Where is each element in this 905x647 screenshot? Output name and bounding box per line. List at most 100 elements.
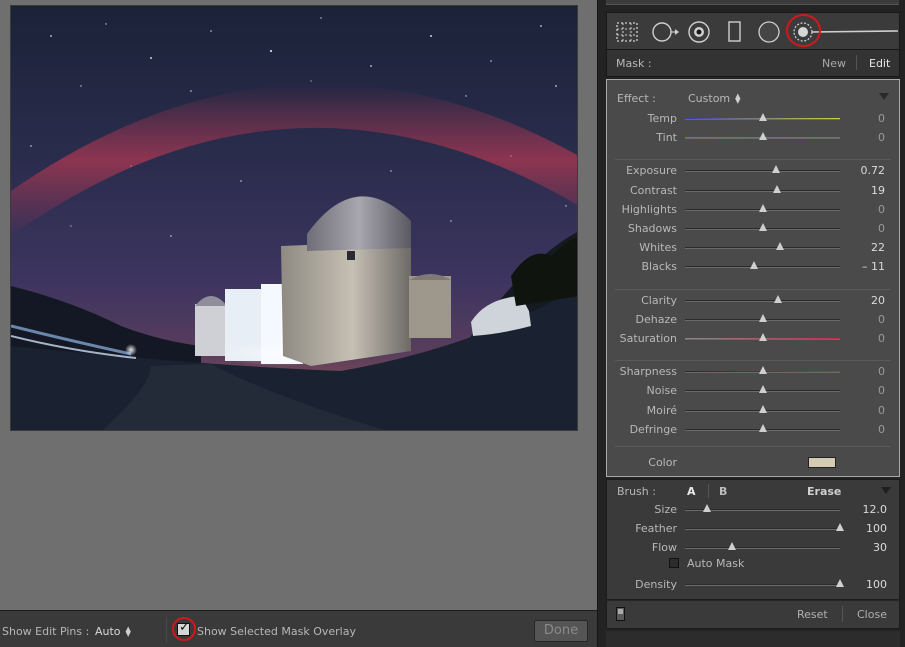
footer-divider xyxy=(842,606,843,622)
whites-value[interactable]: 22 xyxy=(845,241,885,254)
brush-erase-button[interactable]: Erase xyxy=(807,485,841,498)
toolbar-divider xyxy=(166,617,167,643)
density-label: Density xyxy=(635,578,677,591)
updown-arrows-icon: ▲ ▼ xyxy=(125,625,131,638)
effect-collapse-triangle-icon[interactable] xyxy=(879,93,889,100)
defringe-value[interactable]: 0 xyxy=(845,423,885,436)
dehaze-slider-thumb[interactable] xyxy=(758,314,767,322)
moire-slider-thumb[interactable] xyxy=(758,405,767,413)
done-button[interactable]: Done xyxy=(534,620,588,642)
flow-value[interactable]: 30 xyxy=(847,541,887,554)
saturation-value[interactable]: 0 xyxy=(845,332,885,345)
effect-preset-select[interactable]: Custom ▲ ▼ xyxy=(688,92,741,105)
whites-slider-track[interactable] xyxy=(685,247,840,249)
feather-slider-track[interactable] xyxy=(685,528,840,530)
reset-button[interactable]: Reset xyxy=(797,608,828,621)
show-edit-pins-value: Auto xyxy=(95,625,121,638)
exposure-slider-thumb[interactable] xyxy=(772,165,781,173)
mask-edit-button[interactable]: Edit xyxy=(869,57,890,70)
blacks-slider-track[interactable] xyxy=(685,266,840,268)
effect-preset-value: Custom xyxy=(688,92,731,105)
exposure-label: Exposure xyxy=(626,164,677,177)
feather-slider-thumb[interactable] xyxy=(836,523,844,531)
sharpness-slider-thumb[interactable] xyxy=(758,366,767,374)
flow-label: Flow xyxy=(651,541,677,554)
spot-removal-icon[interactable] xyxy=(651,20,681,44)
flow-slider-track[interactable] xyxy=(685,547,840,549)
defringe-label: Defringe xyxy=(629,423,677,436)
temp-label: Temp xyxy=(647,112,677,125)
highlights-label: Highlights xyxy=(621,203,677,216)
exposure-slider-track[interactable] xyxy=(685,170,840,172)
panel-top-strip xyxy=(606,0,899,5)
tint-value[interactable]: 0 xyxy=(845,131,885,144)
size-label: Size xyxy=(654,503,677,516)
effect-group-divider xyxy=(615,159,891,161)
contrast-slider-thumb[interactable] xyxy=(773,185,782,193)
saturation-slider-thumb[interactable] xyxy=(758,333,767,341)
contrast-label: Contrast xyxy=(629,184,677,197)
radial-filter-icon[interactable] xyxy=(757,20,781,44)
highlight-ring xyxy=(172,617,196,641)
blacks-slider-thumb[interactable] xyxy=(749,261,758,269)
moire-value[interactable]: 0 xyxy=(845,404,885,417)
color-swatch[interactable] xyxy=(808,457,836,468)
highlights-slider-thumb[interactable] xyxy=(758,204,767,212)
sharpness-value[interactable]: 0 xyxy=(845,365,885,378)
red-eye-icon[interactable] xyxy=(687,20,711,44)
temp-value[interactable]: 0 xyxy=(845,112,885,125)
density-slider-track[interactable] xyxy=(685,584,840,586)
tint-slider-thumb[interactable] xyxy=(758,132,767,140)
feather-label: Feather xyxy=(635,522,677,535)
crop-overlay-icon[interactable] xyxy=(615,21,639,43)
density-value[interactable]: 100 xyxy=(847,578,887,591)
noise-value[interactable]: 0 xyxy=(845,384,885,397)
brush-a-button[interactable]: A xyxy=(687,485,696,498)
whites-slider-thumb[interactable] xyxy=(775,242,784,250)
clarity-slider-thumb[interactable] xyxy=(774,295,782,303)
tint-label: Tint xyxy=(656,131,677,144)
brush-collapse-triangle-icon[interactable] xyxy=(881,487,891,494)
effect-section: Effect : Custom ▲ ▼ Temp 0 Tint 0 Exposure 0.72… xyxy=(606,79,900,477)
photo-preview[interactable] xyxy=(10,5,578,431)
contrast-value[interactable]: 19 xyxy=(845,184,885,197)
shadows-slider-thumb[interactable] xyxy=(758,223,767,231)
flow-slider-thumb[interactable] xyxy=(727,542,736,550)
saturation-label: Saturation xyxy=(619,332,677,345)
dehaze-label: Dehaze xyxy=(635,313,678,326)
size-value[interactable]: 12.0 xyxy=(847,503,888,516)
show-edit-pins-select[interactable]: Auto ▲ ▼ xyxy=(95,625,131,638)
highlights-value[interactable]: 0 xyxy=(845,203,885,216)
mask-new-button[interactable]: New xyxy=(822,57,846,70)
clarity-slider-track[interactable] xyxy=(685,300,840,302)
panel-bottom-strip xyxy=(606,631,900,647)
density-slider-thumb[interactable] xyxy=(836,579,844,587)
mask-label: Mask : xyxy=(616,57,652,70)
graduated-filter-icon[interactable] xyxy=(727,20,743,44)
whites-label: Whites xyxy=(639,241,677,254)
image-canvas[interactable] xyxy=(0,0,597,610)
moire-label: Moiré xyxy=(646,404,677,417)
mask-section: Mask : New Edit xyxy=(606,50,900,77)
noise-slider-thumb[interactable] xyxy=(758,385,767,393)
auto-mask-checkbox[interactable] xyxy=(669,558,679,568)
panel-footer: Reset Close xyxy=(606,600,900,629)
sharpness-label: Sharpness xyxy=(619,365,677,378)
brush-b-button[interactable]: B xyxy=(719,485,727,498)
toggle-switch-icon[interactable] xyxy=(616,607,625,621)
shadows-value[interactable]: 0 xyxy=(845,222,885,235)
feather-value[interactable]: 100 xyxy=(847,522,887,535)
blacks-value[interactable]: – 11 xyxy=(845,260,885,273)
defringe-slider-thumb[interactable] xyxy=(758,424,767,432)
close-button[interactable]: Close xyxy=(857,608,887,621)
clarity-label: Clarity xyxy=(641,294,677,307)
active-tool-highlight-ring xyxy=(786,14,821,47)
dehaze-value[interactable]: 0 xyxy=(845,313,885,326)
mask-divider xyxy=(856,55,857,70)
effect-group-divider xyxy=(615,288,891,290)
clarity-value[interactable]: 20 xyxy=(845,294,885,307)
size-slider-thumb[interactable] xyxy=(702,504,711,512)
contrast-slider-track[interactable] xyxy=(685,190,840,192)
exposure-value[interactable]: 0.72 xyxy=(845,164,886,177)
temp-slider-thumb[interactable] xyxy=(758,113,767,121)
